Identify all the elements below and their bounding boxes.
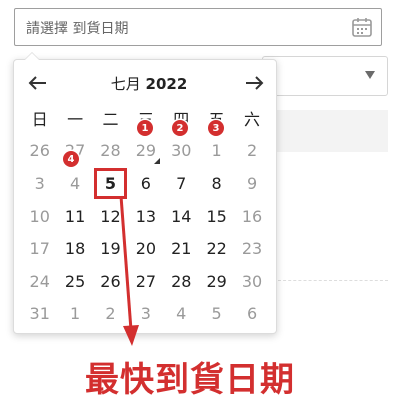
annotation-caption: 最快到貨日期 [85, 360, 295, 400]
